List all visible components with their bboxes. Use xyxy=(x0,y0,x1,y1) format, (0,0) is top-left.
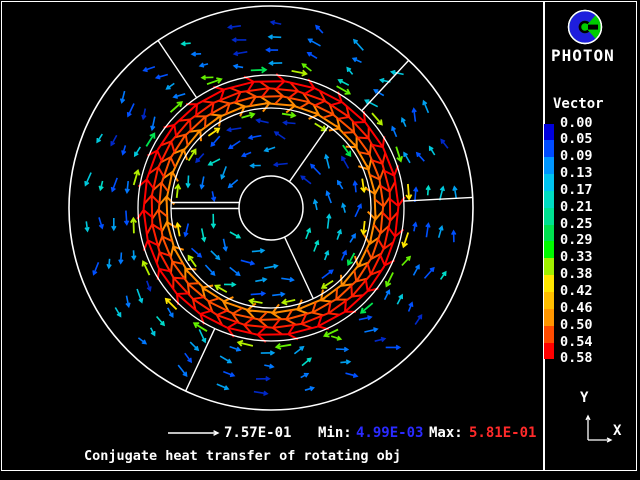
legend-value: 0.42 xyxy=(560,284,593,299)
max-label: Max: xyxy=(429,426,463,441)
photon-label: PHOTON xyxy=(551,47,615,65)
y-axis-label: Y xyxy=(580,391,588,406)
photon-window: PHOTON Vector 7.57E-01 Min: 4.99E-03 Max… xyxy=(0,0,640,480)
x-axis-label: X xyxy=(613,424,621,439)
legend-value: 0.21 xyxy=(560,200,593,215)
legend-swatch xyxy=(544,275,554,292)
legend-swatch xyxy=(544,208,554,225)
legend-swatch xyxy=(544,225,554,242)
legend-swatch xyxy=(544,326,554,343)
legend-swatch xyxy=(544,343,554,360)
max-value: 5.81E-01 xyxy=(469,426,536,441)
legend-swatch xyxy=(544,292,554,309)
legend-value: 0.29 xyxy=(560,233,593,248)
legend-value: 0.54 xyxy=(560,335,593,350)
legend-swatch xyxy=(544,191,554,208)
outer-spoke xyxy=(404,197,473,201)
plot-caption: Conjugate heat transfer of rotating obj xyxy=(84,449,401,464)
legend-title: Vector xyxy=(553,97,604,112)
photon-logo-icon xyxy=(569,11,602,44)
legend-value: 0.09 xyxy=(560,149,593,164)
legend-swatch xyxy=(544,241,554,258)
legend-swatch xyxy=(544,258,554,275)
min-value: 4.99E-03 xyxy=(356,426,423,441)
inner-spoke xyxy=(285,237,314,299)
legend-value: 0.38 xyxy=(560,267,593,282)
axis-indicator xyxy=(586,416,611,442)
legend-value: 0.00 xyxy=(560,116,593,131)
reference-arrow xyxy=(168,431,218,436)
legend-value: 0.25 xyxy=(560,217,593,232)
legend-swatch xyxy=(544,309,554,326)
legend-swatch xyxy=(544,124,554,141)
grid-lines xyxy=(69,6,473,410)
legend-value: 0.17 xyxy=(560,183,593,198)
legend-swatch xyxy=(544,140,554,157)
legend-swatch xyxy=(544,157,554,174)
legend-value: 0.05 xyxy=(560,132,593,147)
legend-value: 0.50 xyxy=(560,318,593,333)
outer-spoke xyxy=(362,60,409,110)
legend-value: 0.58 xyxy=(560,351,593,366)
reference-vector-value: 7.57E-01 xyxy=(224,426,291,441)
legend-value: 0.33 xyxy=(560,250,593,265)
inner-spoke xyxy=(289,126,328,182)
legend-value: 0.46 xyxy=(560,301,593,316)
outer-spoke xyxy=(158,41,197,98)
min-label: Min: xyxy=(318,426,352,441)
legend-swatch xyxy=(544,174,554,191)
legend-value: 0.13 xyxy=(560,166,593,181)
hub-circle xyxy=(239,176,303,240)
